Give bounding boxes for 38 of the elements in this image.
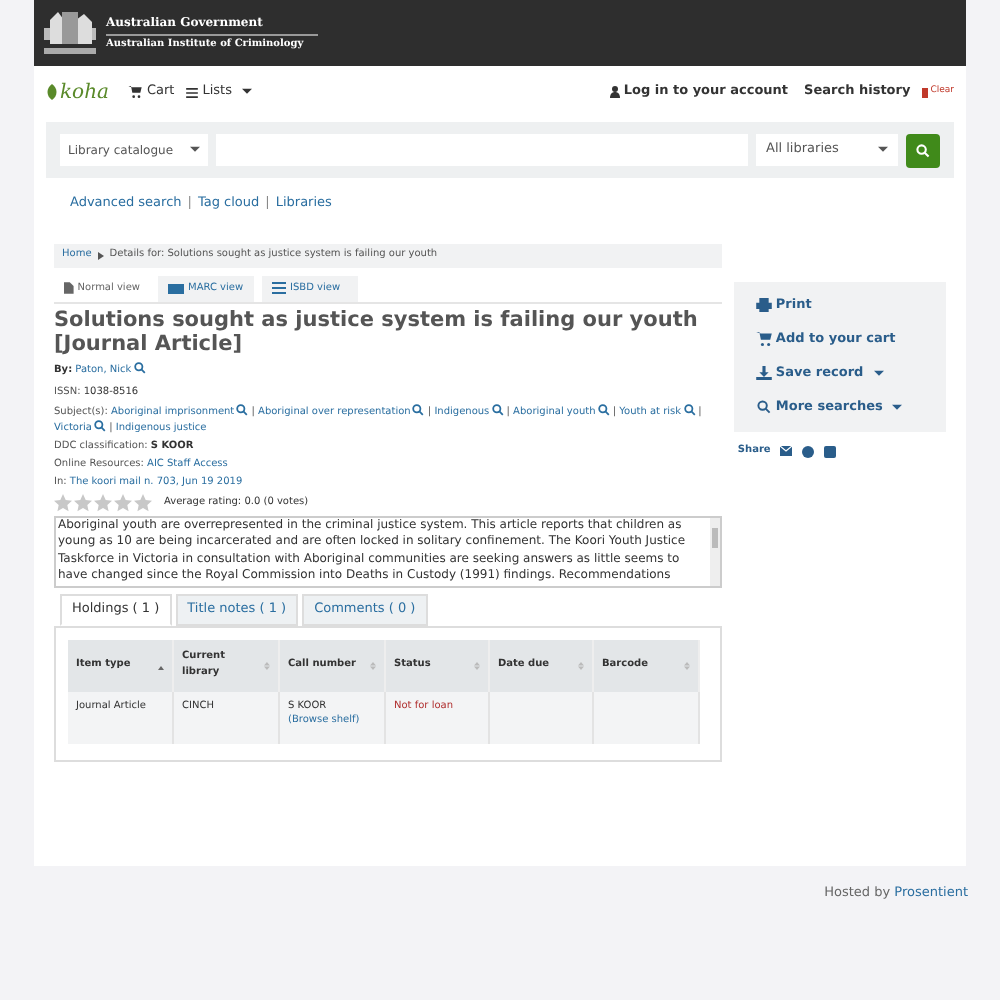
star-icon[interactable] xyxy=(134,493,152,512)
table-cell xyxy=(490,691,594,744)
caret-icon xyxy=(873,369,884,378)
search-icon[interactable] xyxy=(683,403,696,416)
printer-icon xyxy=(755,298,772,313)
star-icon[interactable] xyxy=(74,493,92,512)
caret-icon xyxy=(892,403,903,412)
caret-icon xyxy=(190,146,200,154)
cart-icon xyxy=(755,332,772,347)
chevron-icon xyxy=(97,251,104,260)
leaf-icon xyxy=(46,84,58,100)
caret-icon xyxy=(878,146,888,154)
star-icon[interactable] xyxy=(114,493,132,512)
card-icon xyxy=(168,283,184,294)
scrollbar[interactable] xyxy=(709,517,720,586)
search-button[interactable] xyxy=(906,133,940,167)
download-icon xyxy=(755,366,772,381)
search-icon[interactable] xyxy=(412,403,425,416)
search-icon[interactable] xyxy=(93,419,106,432)
koha-logo[interactable]: koha xyxy=(46,77,109,107)
star-icon[interactable] xyxy=(54,493,72,512)
envelope-icon[interactable] xyxy=(780,446,793,456)
user-icon xyxy=(609,86,620,98)
search-icon[interactable] xyxy=(236,403,249,416)
document-icon xyxy=(64,282,74,295)
search-icon[interactable] xyxy=(597,403,610,416)
list-icon xyxy=(272,282,286,295)
search-icon xyxy=(916,143,930,157)
list-icon xyxy=(186,87,199,97)
caret-icon xyxy=(241,88,252,96)
crest-icon xyxy=(40,7,100,59)
cart-icon xyxy=(128,86,143,98)
table-cell xyxy=(594,691,700,744)
search-icon[interactable] xyxy=(491,403,504,416)
star-icon[interactable] xyxy=(94,493,112,512)
record-title: Solutions sought as justice system is failing our youth [Journal Article] xyxy=(54,307,700,356)
search-icon xyxy=(755,400,772,415)
search-icon[interactable] xyxy=(133,361,146,374)
